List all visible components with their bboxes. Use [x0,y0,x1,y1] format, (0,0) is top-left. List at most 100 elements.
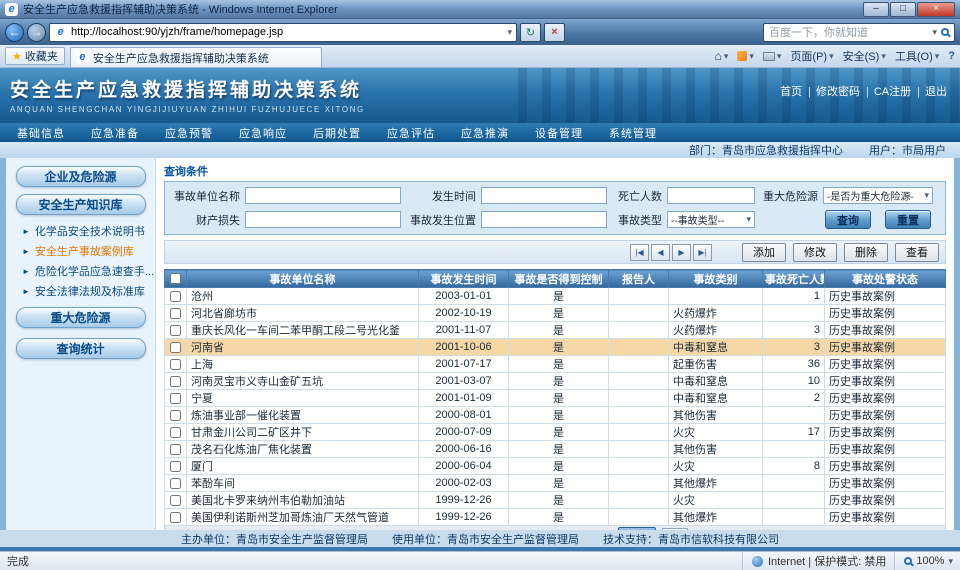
forward-button[interactable]: → [27,23,46,42]
maximize-button[interactable]: □ [890,2,916,17]
sidebar-group-button[interactable]: 企业及危险源 [16,166,146,187]
menu-item[interactable]: 应急准备 [78,125,152,141]
stop-button[interactable]: × [544,23,565,42]
table-row[interactable]: 苯酚车间 2000-02-03 是 其他爆炸 历史事故案例 [165,475,946,492]
unit-name-input[interactable] [245,187,401,204]
sidebar-bottom-buttons: 重大危险源查询统计 [16,307,146,366]
command-item[interactable]: 工具(O)▾ [895,48,939,64]
search-dropdown-icon[interactable]: ▾ [932,27,937,38]
row-checkbox[interactable] [170,512,181,523]
search-box[interactable]: 百度一下，你就知道 ▾ [763,23,955,42]
hazard-select-value: -是否为重大危险源- [827,188,914,203]
command-item[interactable]: 安全(S)▾ [843,48,886,64]
row-checkbox[interactable] [170,444,181,455]
table-row[interactable]: 沧州 2003-01-01 是 1 历史事故案例 [165,288,946,305]
type-select[interactable]: --事故类型-- ▾ [667,211,755,228]
url-text[interactable]: http://localhost:90/yjzh/frame/homepage.… [71,26,503,38]
table-row[interactable]: 宁夏 2001-01-09 是 中毒和窒息 2 历史事故案例 [165,390,946,407]
sidebar-link[interactable]: ► 安全法律法规及标准库 [22,283,155,299]
pager-button[interactable]: ▶ [672,244,691,261]
header-link[interactable]: CA注册 [863,83,914,99]
table-row[interactable]: 美国北卡罗来纳州韦伯勒加油站 1999-12-26 是 火灾 历史事故案例 [165,492,946,509]
table-row[interactable]: 甘肃金川公司二矿区井下 2000-07-09 是 火灾 17 历史事故案例 [165,424,946,441]
zoom-dropdown-icon[interactable]: ▾ [948,556,953,567]
table-row[interactable]: 上海 2001-07-17 是 起重伤害 36 历史事故案例 [165,356,946,373]
deaths-input[interactable] [667,187,755,204]
cell-controlled: 是 [509,407,609,424]
accident-table-wrap: 事故单位名称事故发生时间事故是否得到控制报告人事故类别事故死亡人数事故处警状态 … [164,269,946,526]
zoom-icon [904,557,912,565]
header-link[interactable]: 首页 [777,83,805,99]
search-icon[interactable] [941,28,949,36]
sidebar-link[interactable]: ► 安全生产事故案例库 [22,243,155,259]
menu-item[interactable]: 后期处置 [300,125,374,141]
action-button[interactable]: 删除 [844,243,888,262]
row-checkbox[interactable] [170,359,181,370]
zoom-control[interactable]: 100% ▾ [894,552,953,570]
search-button[interactable]: 查询 [825,210,871,229]
browser-tab[interactable]: e 安全生产应急救援指挥辅助决策系统 [70,47,322,67]
menu-item[interactable]: 应急推演 [448,125,522,141]
row-checkbox[interactable] [170,325,181,336]
row-checkbox[interactable] [170,427,181,438]
location-input[interactable] [481,211,607,228]
row-checkbox[interactable] [170,308,181,319]
menu-item[interactable]: 系统管理 [596,125,670,141]
action-button[interactable]: 添加 [742,243,786,262]
cell-controlled: 是 [509,458,609,475]
table-row[interactable]: 厦门 2000-06-04 是 火灾 8 历史事故案例 [165,458,946,475]
time-input[interactable] [481,187,607,204]
back-button[interactable]: ← [5,23,24,42]
menu-item[interactable]: 设备管理 [522,125,596,141]
sidebar-link[interactable]: ► 危险化学品应急速查手... [22,263,155,279]
row-checkbox[interactable] [170,410,181,421]
minimize-button[interactable]: – [863,2,889,17]
header-link[interactable]: 退出 [914,83,950,99]
help-button[interactable]: ? [948,50,955,62]
row-checkbox[interactable] [170,495,181,506]
favorites-button[interactable]: ★ 收藏夹 [5,47,65,65]
row-checkbox[interactable] [170,393,181,404]
table-row[interactable]: 河南灵宝市义寺山金矿五坑 2001-03-07 是 中毒和窒息 10 历史事故案… [165,373,946,390]
refresh-button[interactable]: ↻ [520,23,541,42]
table-row[interactable]: 炼油事业部一催化装置 2000-08-01 是 其他伤害 历史事故案例 [165,407,946,424]
header-link[interactable]: 修改密码 [805,83,863,99]
close-button[interactable]: × [917,2,955,17]
address-bar[interactable]: e http://localhost:90/yjzh/frame/homepag… [49,23,517,42]
home-button[interactable]: ⌂ ▾ [715,49,729,63]
row-checkbox[interactable] [170,461,181,472]
loss-input[interactable] [245,211,401,228]
search-input[interactable]: 百度一下，你就知道 [769,24,928,40]
row-checkbox[interactable] [170,342,181,353]
menu-item[interactable]: 应急预警 [152,125,226,141]
sidebar-group-button[interactable]: 安全生产知识库 [16,194,146,215]
menu-item[interactable]: 应急响应 [226,125,300,141]
table-row[interactable]: 河北省廊坊市 2002-10-19 是 火药爆炸 历史事故案例 [165,305,946,322]
select-all-checkbox[interactable] [170,273,181,284]
reset-button[interactable]: 重置 [885,210,931,229]
print-button[interactable]: ▾ [763,51,782,62]
sidebar-group-button[interactable]: 查询统计 [16,338,146,359]
hazard-select[interactable]: -是否为重大危险源- ▾ [823,187,933,204]
action-button[interactable]: 查看 [895,243,939,262]
sidebar-link[interactable]: ► 化学品安全技术说明书 [22,223,155,239]
pager-button[interactable]: ▶| [693,244,712,261]
action-button[interactable]: 修改 [793,243,837,262]
row-checkbox[interactable] [170,478,181,489]
menu-item[interactable]: 应急评估 [374,125,448,141]
address-dropdown-icon[interactable]: ▾ [507,27,512,38]
pager-button[interactable]: |◀ [630,244,649,261]
table-row[interactable]: 重庆长风化一车间二苯甲酮工段二号光化釜 2001-11-07 是 火药爆炸 3 … [165,322,946,339]
pager-button[interactable]: ◀ [651,244,670,261]
row-checkbox[interactable] [170,376,181,387]
cell-date: 2001-01-09 [419,390,509,407]
feeds-button[interactable]: ▾ [737,51,754,62]
cell-unit-name: 上海 [187,356,419,373]
menu-item[interactable]: 基础信息 [4,125,78,141]
table-row[interactable]: 茂名石化炼油厂焦化装置 2000-06-16 是 其他伤害 历史事故案例 [165,441,946,458]
sidebar-group-button[interactable]: 重大危险源 [16,307,146,328]
command-item[interactable]: 页面(P)▾ [790,48,833,64]
table-row[interactable]: 美国伊利诺斯州芝加哥炼油厂天然气管道 1999-12-26 是 其他爆炸 历史事… [165,509,946,526]
table-row[interactable]: 河南省 2001-10-06 是 中毒和窒息 3 历史事故案例 [165,339,946,356]
row-checkbox[interactable] [170,291,181,302]
